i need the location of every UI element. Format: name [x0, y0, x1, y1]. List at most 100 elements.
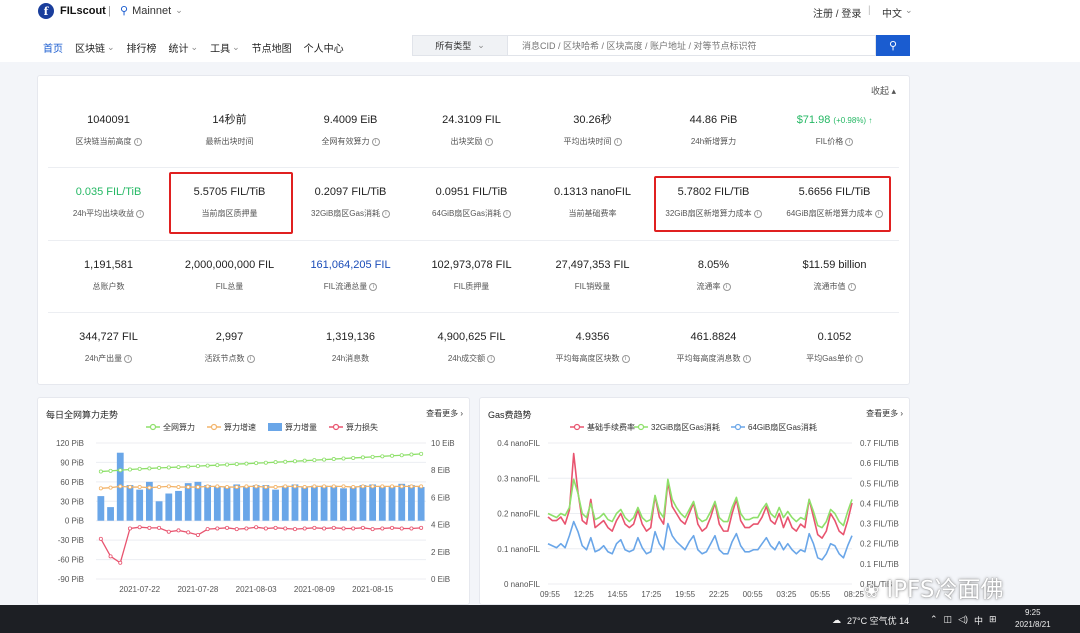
clock[interactable]: 9:25 2021/8/21: [1015, 607, 1051, 631]
network-icon: ⚲: [120, 5, 129, 17]
info-icon[interactable]: i: [854, 354, 863, 363]
stat-value: 0.2097 FIL/TiB: [290, 184, 411, 200]
bar-increment: [340, 488, 347, 521]
legend-item[interactable]: 算力增速: [207, 422, 256, 432]
stat-label-text: 24h消息数: [331, 354, 370, 363]
search-type-select[interactable]: 所有类型 ⌄: [412, 35, 508, 56]
info-icon[interactable]: i: [246, 354, 255, 363]
legend-item[interactable]: 算力损失: [329, 422, 378, 432]
nav-item-5[interactable]: 节点地图: [252, 40, 292, 55]
bar-increment: [107, 507, 114, 521]
stat-label: FIL销毁量: [532, 281, 653, 292]
series-point: [331, 525, 336, 530]
series-point: [399, 526, 404, 531]
info-icon[interactable]: i: [381, 209, 390, 218]
info-icon[interactable]: i: [484, 137, 493, 146]
info-icon[interactable]: i: [742, 354, 751, 363]
info-icon[interactable]: i: [722, 282, 731, 291]
search-input[interactable]: [508, 35, 876, 56]
bar-increment: [301, 487, 309, 521]
stat-label-text: 24h成交额: [447, 354, 486, 363]
search-button[interactable]: ⚲: [876, 35, 910, 56]
network-selector[interactable]: ⚲ Mainnet ⌄: [120, 4, 183, 18]
series-point: [292, 484, 297, 489]
chevron-up-icon[interactable]: ⌃: [930, 614, 938, 627]
series-point: [283, 526, 288, 531]
info-icon[interactable]: i: [874, 209, 883, 218]
os-taskbar: ☁ 27°C 空气优 14 ⌃ ◫ ◁) 中 ⊞ 9:25 2021/8/21: [0, 605, 1080, 633]
stat-label-text: 当前基础费率: [568, 209, 617, 218]
legend-label: 全网算力: [163, 422, 195, 432]
info-icon[interactable]: i: [369, 282, 378, 291]
info-icon[interactable]: i: [845, 137, 854, 146]
stat-label-text: 全网有效算力: [321, 137, 370, 146]
bar-increment: [204, 485, 212, 521]
info-icon[interactable]: i: [753, 209, 762, 218]
stat-value-text: 461.8824: [690, 331, 737, 343]
series-point: [244, 526, 249, 531]
stat-label: 最新出块时间: [169, 136, 290, 147]
y-left-tick: 60 PiB: [60, 478, 84, 487]
series-point: [127, 526, 132, 531]
legend-item[interactable]: 基础手续费率: [570, 422, 635, 432]
stat-label-text: FIL销毁量: [574, 282, 611, 291]
info-icon[interactable]: i: [502, 209, 511, 218]
stat-value-text: 4.9356: [575, 331, 610, 343]
x-tick: 2021-08-15: [352, 585, 393, 594]
stat-label: 流通率 i: [653, 281, 774, 292]
series-point: [215, 463, 220, 468]
weather-widget[interactable]: ☁ 27°C 空气优 14: [832, 614, 909, 627]
info-icon[interactable]: i: [621, 354, 630, 363]
collapse-toggle[interactable]: 收起 ▴: [871, 84, 896, 97]
stat-cell: 161,064,205 FIL FIL流通总量 i: [290, 257, 411, 292]
nav-item-2[interactable]: 排行榜: [127, 40, 157, 55]
series-point: [399, 453, 404, 458]
info-icon[interactable]: i: [136, 209, 145, 218]
volume-icon[interactable]: ◁): [958, 614, 968, 627]
bar-increment: [272, 489, 279, 521]
watermark: ❀ IPFS冷面佛: [864, 570, 1003, 604]
nav-item-4[interactable]: 工具 ⌄: [210, 40, 240, 55]
network-status-icon[interactable]: ◫: [944, 614, 953, 627]
nav-item-1[interactable]: 区块链 ⌄: [75, 40, 115, 55]
keyboard-icon[interactable]: ⊞: [989, 614, 997, 627]
stat-value-text: 5.7802 FIL/TiB: [677, 186, 750, 198]
nav-item-6[interactable]: 个人中心: [304, 40, 344, 55]
stat-value-text: 102,973,078 FIL: [431, 259, 512, 271]
legend-item[interactable]: 全网算力: [146, 422, 195, 432]
stat-label-text: 流通率: [696, 282, 721, 291]
legend-item[interactable]: 64GiB扇区Gas消耗: [731, 422, 817, 432]
stat-value: 27,497,353 FIL: [532, 257, 653, 273]
stats-row: 1040091 区块链当前高度 i 14秒前 最新出块时间 9.4009 EiB 全网有效算…: [48, 112, 896, 147]
stats-row: 1,191,581 总账户数 2,000,000,000 FIL FIL总量 161,0…: [48, 257, 896, 292]
stat-value-text: 1,191,581: [84, 259, 133, 271]
stat-label: FIL流通总量 i: [290, 281, 411, 292]
stat-label-text: 出块奖励: [450, 137, 483, 146]
info-icon[interactable]: i: [847, 282, 856, 291]
series-point: [166, 484, 171, 489]
stat-label: 64GiB扇区新增算力成本 i: [774, 208, 895, 219]
chevron-down-icon: ⌄: [477, 40, 485, 50]
nav-item-0[interactable]: 首页: [43, 40, 63, 55]
legend-item[interactable]: 32GiB扇区Gas消耗: [634, 422, 720, 432]
info-icon[interactable]: i: [371, 137, 380, 146]
brand-logo[interactable]: f FILscout: [38, 3, 106, 19]
series-point: [292, 527, 297, 532]
gas-trend-card: Gas费趋势 查看更多 › 基础手续费率 32GiB扇区Gas消耗 64GiB扇区G…: [479, 397, 910, 605]
series-point: [234, 527, 239, 532]
info-icon[interactable]: i: [124, 354, 133, 363]
series-point: [98, 469, 103, 474]
language-selector[interactable]: 中文 ⌄: [882, 5, 913, 20]
login-register-link[interactable]: 注册 / 登录: [813, 5, 861, 20]
series-point: [195, 485, 200, 490]
y-left-tick: 0.4 nanoFIL: [497, 439, 540, 448]
stat-value-text: 24.3109 FIL: [442, 114, 501, 126]
stat-label-text: FIL价格: [815, 137, 844, 146]
nav-item-3[interactable]: 统计 ⌄: [169, 40, 199, 55]
ime-indicator[interactable]: 中: [974, 614, 983, 627]
info-icon[interactable]: i: [613, 137, 622, 146]
info-icon[interactable]: i: [133, 137, 142, 146]
legend-item[interactable]: 算力增量: [268, 422, 317, 432]
info-icon[interactable]: i: [487, 354, 496, 363]
power-trend-chart: 全网算力 算力增速 算力增量 算力损失 120 PiB 90 PiB 60 PiB 30 Pi…: [56, 422, 455, 594]
